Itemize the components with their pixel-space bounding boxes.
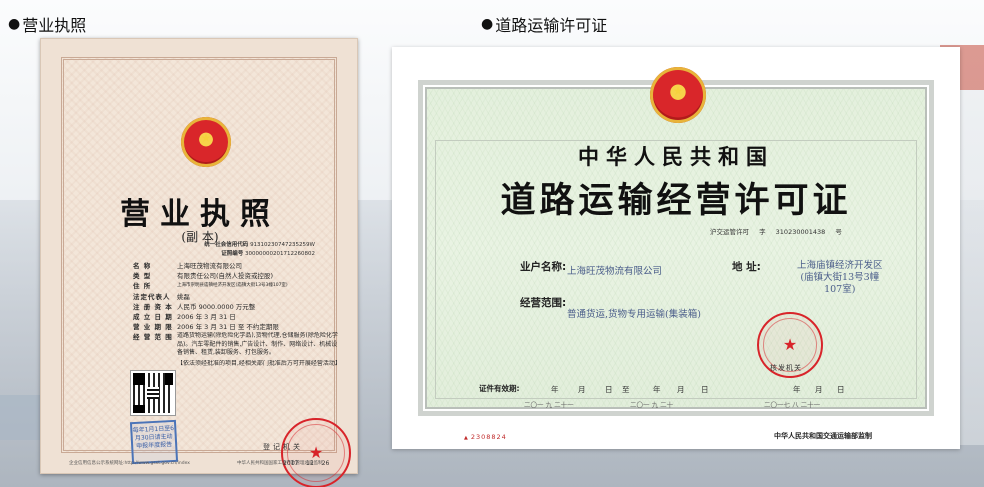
- field-key: 经 营 范 围: [133, 333, 173, 342]
- bullet-icon: ●: [481, 16, 494, 32]
- month-label: 月: [578, 385, 586, 394]
- validity-label: 证件有效期:: [479, 384, 520, 393]
- address-line: 上海庙镇经济开发区: [797, 260, 883, 271]
- permit-title: 道路运输经营许可证: [500, 180, 852, 221]
- credit-code-line: 统一社会信用代码 91310230747235259W: [204, 240, 315, 248]
- permit-issue-date: 二〇一七 八 二十一: [764, 401, 821, 409]
- permit-code-suffix: 号: [835, 228, 842, 236]
- issuing-authority: 核发机关: [770, 364, 802, 372]
- field-key: 营 业 期 限: [133, 323, 173, 332]
- day-label: 日: [837, 385, 845, 394]
- scope-value: 普通货运,货物专用运输(集装箱): [567, 309, 701, 320]
- cert-no-line: 证照编号 30000000201712260802: [221, 249, 315, 257]
- bullet-icon: ●: [8, 16, 21, 32]
- permit-ministry: 中华人民共和国交通运输部监制: [774, 432, 872, 440]
- year-label: 年: [793, 385, 801, 394]
- background-truck: [0, 395, 45, 440]
- cert-no-label: 证照编号: [221, 251, 244, 257]
- field-value: 道路货物运输(除危险化学品),货物代理,仓储服务(除危险化学品)。汽车零配件的销…: [177, 332, 338, 357]
- license-note: 【依法须经批准的项目,经相关部门批准后方可开展经营活动】: [177, 359, 341, 367]
- heading-label: 道路运输许可证: [495, 16, 608, 35]
- national-emblem-icon: ★: [181, 117, 231, 167]
- license-fields: 名 称 上海旺茂物流有限公司 类 型 有限责任公司(自然人投资或控股) 住 所 …: [133, 261, 343, 368]
- valid-to-date: 二〇一 九 二十: [630, 401, 674, 409]
- field-key: 注 册 资 本: [133, 302, 173, 311]
- field-key: 成 立 日 期: [133, 313, 173, 322]
- permit-country-title: 中华人民共和国: [578, 144, 774, 169]
- heading-transport-permit: ● 道路运输许可证: [481, 12, 607, 36]
- permit-code-word: 字: [759, 228, 766, 236]
- owner-value: 上海旺茂物流有限公司: [567, 266, 663, 277]
- field-row: 名 称 上海旺茂物流有限公司: [133, 261, 343, 271]
- address-line: 107室): [824, 284, 856, 295]
- field-row: 法定代表人 姚磊: [133, 292, 343, 302]
- permit-serial-number: 2308824: [464, 433, 507, 441]
- to-label: 至: [622, 385, 630, 394]
- field-key: 住 所: [133, 282, 152, 291]
- official-seal-icon: ★: [281, 418, 351, 487]
- annual-report-stamp: 每年1月1日至6月30日请主动申报年度报告: [129, 419, 179, 465]
- address-label: 地 址:: [732, 261, 761, 273]
- license-note-row: 【依法须经批准的项目,经相关部门批准后方可开展经营活动】: [133, 360, 343, 368]
- heading-label: 营业执照: [22, 16, 87, 35]
- national-emblem-icon: ★: [650, 67, 706, 123]
- day-label: 日: [701, 385, 709, 394]
- day-label: 日: [605, 385, 613, 394]
- valid-from-date: 二〇一 九 二十一: [524, 401, 574, 409]
- permit-border-frame: [418, 80, 934, 416]
- credit-code-label: 统一社会信用代码: [204, 242, 249, 248]
- field-row: 住 所 上海市崇明县庙镇经济开发区(庙镇大街13号3幢107室): [133, 281, 343, 291]
- field-value: 姚磊: [177, 292, 190, 301]
- field-row: 类 型 有限责任公司(自然人投资或控股): [133, 271, 343, 281]
- field-value: 2006 年 3 月 31 日: [177, 313, 236, 322]
- field-value: 人民币 9000.0000 万元整: [177, 302, 256, 311]
- permit-code-prefix: 沪交运管许可: [710, 228, 749, 236]
- field-key: 类 型: [133, 272, 152, 281]
- field-value: 上海市崇明县庙镇经济开发区(庙镇大街13号3幢107室): [177, 283, 288, 289]
- field-row-scope: 经 营 范 围 道路货物运输(除危险化学品),货物代理,仓储服务(除危险化学品)…: [133, 332, 343, 357]
- transport-permit-document: ★ 中华人民共和国 道路运输经营许可证 沪交运管许可 字 31023000143…: [392, 47, 960, 449]
- year-label: 年: [551, 385, 559, 394]
- scope-label: 经营范围:: [520, 297, 567, 309]
- license-footer-url: 企业信用信息公示系统网址:http://www.gsxt.gov.cn/inde…: [69, 461, 190, 466]
- address-value: 上海庙镇经济开发区 (庙镇大街13号3幢 107室): [797, 260, 883, 296]
- field-value: 有限责任公司(自然人投资或控股): [177, 272, 274, 281]
- business-license-document: ★ 营业执照 (副 本) 统一社会信用代码 91310230747235259W…: [40, 38, 358, 487]
- registration-authority: 登记机关: [263, 443, 303, 451]
- field-key: 名 称: [133, 262, 152, 270]
- field-value: 上海旺茂物流有限公司: [177, 262, 242, 270]
- license-footer-ministry: 中华人民共和国国家工商行政管理总局监制: [237, 461, 323, 466]
- year-label: 年: [653, 385, 661, 394]
- month-label: 月: [677, 385, 685, 394]
- field-row: 成 立 日 期 2006 年 3 月 31 日: [133, 312, 343, 322]
- license-title: 营业执照: [120, 197, 280, 232]
- qr-code-icon: [130, 370, 176, 416]
- field-key: 法定代表人: [133, 292, 171, 301]
- month-label: 月: [815, 385, 823, 394]
- permit-code-number: 310230001438: [775, 228, 826, 236]
- heading-business-license: ● 营业执照: [8, 12, 86, 36]
- owner-label: 业户名称:: [520, 261, 567, 273]
- field-row: 注 册 资 本 人民币 9000.0000 万元整: [133, 302, 343, 312]
- field-row: 营 业 期 限 2006 年 3 月 31 日 至 不约定期限: [133, 322, 343, 332]
- address-line: (庙镇大街13号3幢: [800, 272, 880, 283]
- cert-no-value: 30000000201712260802: [245, 251, 315, 257]
- credit-code-value: 91310230747235259W: [250, 242, 315, 248]
- field-value: 2006 年 3 月 31 日 至 不约定期限: [177, 323, 279, 332]
- permit-code-line: 沪交运管许可 字 310230001438 号: [710, 226, 850, 236]
